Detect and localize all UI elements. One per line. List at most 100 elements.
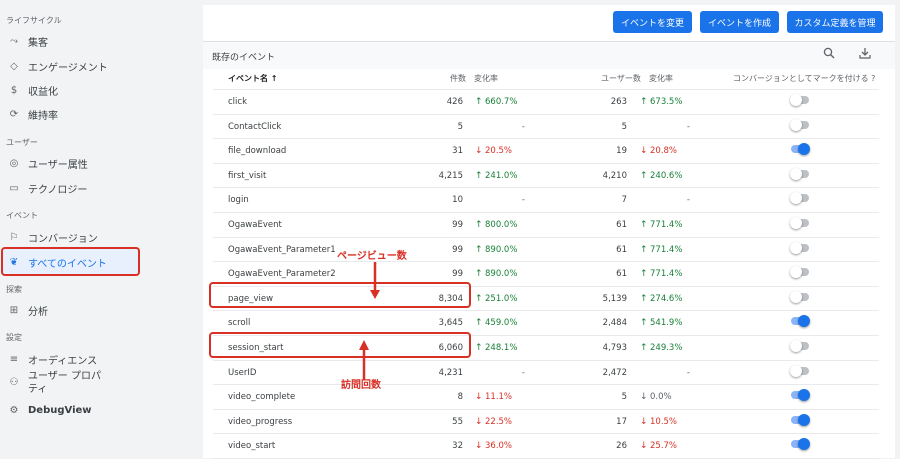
- conversion-toggle[interactable]: [790, 290, 809, 303]
- conversion-toggle[interactable]: [791, 389, 810, 402]
- trend-icon: ↓: [640, 146, 648, 157]
- count-change-value: 251.0%: [485, 293, 518, 304]
- users-change: ↓ 25.7%: [640, 434, 700, 458]
- trend-icon: ↑: [475, 269, 483, 280]
- toggle-knob: [790, 290, 802, 303]
- event-name[interactable]: click: [228, 90, 247, 114]
- monetization-icon: $: [10, 84, 18, 96]
- debug-icon: ⚙: [9, 404, 19, 416]
- sidebar-item-engagement[interactable]: ◇ エンゲージメント: [6, 55, 196, 77]
- conversion-toggle[interactable]: [790, 217, 809, 229]
- conversion-toggle[interactable]: [791, 143, 810, 156]
- sidebar-item-monetization[interactable]: $ 収益化: [6, 79, 196, 101]
- search-icon[interactable]: [823, 47, 835, 62]
- table-row[interactable]: OgawaEvent_Parameter1 99 ↑ 890.0% 61 ↑ 771.4%: [203, 238, 895, 263]
- count-change-value: 22.5%: [485, 416, 513, 427]
- analysis-icon: ⊞: [9, 304, 19, 316]
- count-change-value: 800.0%: [485, 220, 518, 230]
- count-change: ↓ 22.5%: [475, 410, 535, 434]
- event-name[interactable]: OgawaEvent_Parameter1: [228, 238, 336, 262]
- sidebar-item-user-property[interactable]: ⚇ ユーザー プロパティ: [6, 370, 196, 400]
- count-change: ↑ 890.0%: [475, 262, 535, 286]
- count-change: ↑ 459.0%: [475, 311, 535, 335]
- sidebar-item-demographics[interactable]: ◎ ユーザー属性: [6, 152, 196, 174]
- trend-icon: ↑: [640, 343, 648, 353]
- user-count: 5: [621, 121, 627, 132]
- count-change: ↑ 251.0%: [475, 287, 535, 311]
- count-change-value: -: [521, 195, 525, 206]
- create-event-button[interactable]: イベントを作成: [700, 11, 779, 33]
- event-name[interactable]: video_complete: [228, 385, 295, 409]
- sidebar-item-retention[interactable]: ⟳ 維持率: [6, 103, 196, 125]
- event-name[interactable]: first_visit: [228, 164, 266, 188]
- conversion-toggle[interactable]: [790, 192, 809, 205]
- event-count: 32: [452, 441, 463, 452]
- table-row[interactable]: first_visit 4,215 ↑ 241.0% 4,210 ↑ 240.6%: [203, 164, 895, 189]
- users-change-value: 249.3%: [650, 343, 683, 353]
- manage-custom-definitions-button[interactable]: カスタム定義を管理: [787, 11, 883, 33]
- table-row[interactable]: video_complete 8 ↓ 11.1% 5 ↓ 0.0%: [203, 385, 895, 410]
- users-change-value: -: [686, 195, 690, 206]
- download-icon[interactable]: [859, 47, 871, 62]
- conversion-toggle[interactable]: [790, 118, 809, 131]
- conversion-toggle[interactable]: [790, 364, 809, 377]
- col-change-users[interactable]: 変化率: [649, 69, 673, 89]
- col-count[interactable]: 件数: [450, 69, 466, 89]
- event-name[interactable]: login: [228, 188, 249, 212]
- conversion-toggle[interactable]: [790, 241, 809, 254]
- table-row[interactable]: video_progress 55 ↓ 22.5% 17 ↓ 10.5%: [203, 410, 895, 435]
- event-name[interactable]: video_start: [228, 434, 275, 458]
- table-row[interactable]: UserID 4,231 - 2,472 -: [203, 361, 895, 386]
- event-name[interactable]: ContactClick: [228, 115, 281, 139]
- count-change: ↑ 241.0%: [475, 164, 535, 188]
- toggle-knob: [798, 143, 810, 156]
- sidebar-item-acquisition[interactable]: ⤳ 集客: [6, 30, 196, 52]
- table-row[interactable]: file_download 31 ↓ 20.5% 19 ↓ 20.8%: [203, 139, 895, 164]
- annotation-sessions: 訪問回数: [341, 380, 381, 391]
- conversion-toggle[interactable]: [790, 340, 809, 352]
- trend-icon: ↓: [475, 146, 483, 157]
- trend-icon: ↑: [640, 244, 648, 255]
- table-row[interactable]: OgawaEvent 99 ↑ 800.0% 61 ↑ 771.4%: [203, 213, 895, 238]
- col-event-name[interactable]: イベント名 ↑: [228, 69, 278, 89]
- table-row[interactable]: login 10 - 7 -: [203, 188, 895, 213]
- event-count: 10: [452, 195, 463, 206]
- conversion-toggle[interactable]: [790, 266, 809, 279]
- count-change: -: [475, 361, 535, 385]
- event-name[interactable]: OgawaEvent: [228, 213, 282, 237]
- col-users[interactable]: ユーザー数: [601, 69, 641, 89]
- sidebar-item-conversions[interactable]: ⚐ コンバージョン: [6, 226, 196, 248]
- count-change-value: 11.1%: [485, 392, 513, 403]
- table-row[interactable]: video_start 32 ↓ 36.0% 26 ↓ 25.7%: [203, 434, 895, 459]
- event-name[interactable]: UserID: [228, 361, 256, 385]
- toggle-knob: [790, 266, 802, 279]
- users-change: -: [640, 361, 700, 385]
- col-change-count[interactable]: 変化率: [474, 69, 498, 89]
- conversion-toggle[interactable]: [791, 315, 810, 328]
- count-change-value: 459.0%: [485, 318, 518, 329]
- sidebar-item-audience[interactable]: ≡ オーディエンス: [6, 348, 196, 370]
- modify-event-button[interactable]: イベントを変更: [613, 11, 692, 33]
- event-name[interactable]: video_progress: [228, 410, 292, 434]
- count-change-value: 248.1%: [485, 343, 518, 353]
- toggle-knob: [790, 364, 802, 377]
- event-name[interactable]: file_download: [228, 139, 286, 163]
- users-change: ↑ 274.6%: [640, 287, 700, 311]
- table-row[interactable]: ContactClick 5 - 5 -: [203, 115, 895, 140]
- count-change: -: [475, 188, 535, 212]
- users-change: -: [640, 115, 700, 139]
- sidebar-item-tech[interactable]: ▭ テクノロジー: [6, 177, 196, 199]
- highlight-all-events: [1, 247, 140, 276]
- conversion-toggle[interactable]: [790, 167, 809, 180]
- sidebar-item-analysis[interactable]: ⊞ 分析: [6, 299, 196, 321]
- annotation-arrow-down: [370, 262, 380, 299]
- conversion-toggle[interactable]: [791, 438, 810, 451]
- count-change: ↑ 248.1%: [475, 336, 535, 360]
- sidebar-item-debugview[interactable]: ⚙ DebugView: [6, 399, 196, 421]
- table-row[interactable]: click 426 ↑ 660.7% 263 ↑ 673.5%: [203, 90, 895, 115]
- count-change: ↑ 890.0%: [475, 238, 535, 262]
- conversion-toggle[interactable]: [790, 94, 809, 106]
- trend-icon: ↑: [640, 170, 648, 181]
- conversion-toggle[interactable]: [791, 413, 810, 426]
- tech-icon: ▭: [9, 182, 19, 194]
